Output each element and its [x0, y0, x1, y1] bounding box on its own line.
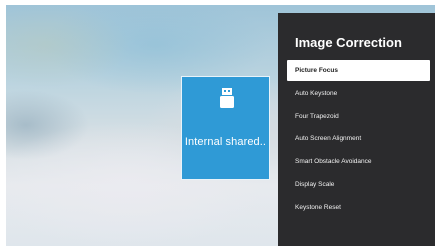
menu-item-auto-screen-alignment[interactable]: Auto Screen Alignment — [287, 128, 430, 149]
internal-storage-tile[interactable]: Internal shared.. — [181, 76, 270, 180]
menu-item-keystone-reset[interactable]: Keystone Reset — [287, 197, 430, 218]
menu-item-picture-focus[interactable]: Picture Focus — [287, 60, 430, 81]
projector-home-screen: Internal shared.. Image Correction Pictu… — [6, 5, 435, 246]
menu-item-display-scale[interactable]: Display Scale — [287, 174, 430, 195]
menu-item-auto-keystone[interactable]: Auto Keystone — [287, 83, 430, 104]
menu-item-smart-obstacle-avoidance[interactable]: Smart Obstacle Avoidance — [287, 151, 430, 172]
image-correction-panel: Image Correction Picture Focus Auto Keys… — [278, 13, 435, 246]
menu-item-four-trapezoid[interactable]: Four Trapezoid — [287, 106, 430, 127]
storage-tile-label: Internal shared.. — [184, 136, 267, 148]
usb-drive-icon — [220, 88, 234, 108]
panel-title: Image Correction — [295, 35, 402, 50]
